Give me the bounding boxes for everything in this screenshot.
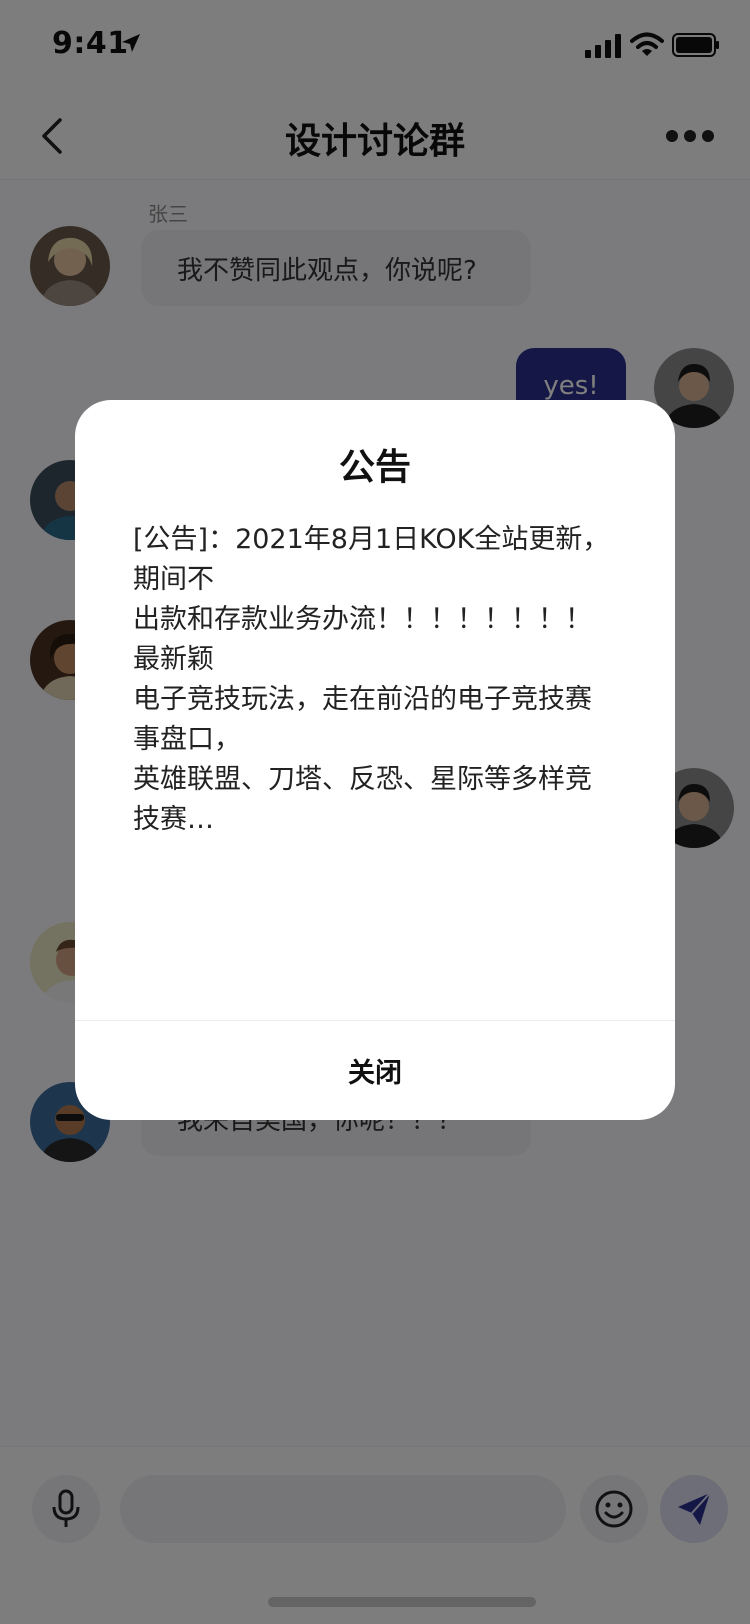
announcement-line: [公告]：2021年8月1日KOK全站更新，期间不: [133, 524, 610, 595]
close-button[interactable]: 关闭: [75, 1021, 675, 1120]
announcement-line: 出款和存款业务办流！！！！！！！！最新颖: [133, 604, 592, 675]
dialog-title: 公告: [338, 447, 411, 488]
announcement-line: 电子竞技玩法，走在前沿的电子竞技赛事盘口，: [133, 684, 592, 755]
announcement-dialog: 公告 [公告]：2021年8月1日KOK全站更新，期间不 出款和存款业务办流！！…: [75, 400, 675, 1120]
announcement-line: 英雄联盟、刀塔、反恐、星际等多样竞技赛…: [133, 764, 592, 835]
announcement-content: [公告]：2021年8月1日KOK全站更新，期间不 出款和存款业务办流！！！！！…: [133, 520, 617, 840]
